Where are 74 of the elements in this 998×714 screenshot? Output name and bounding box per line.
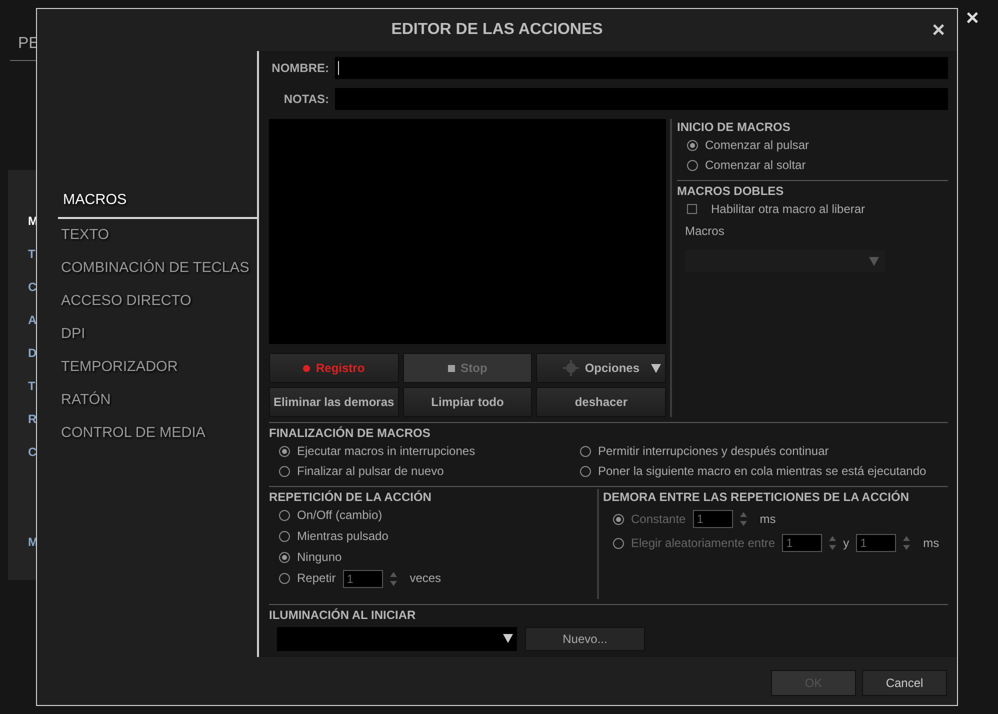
dialog-button[interactable]: Cancel: [862, 670, 947, 696]
list-item[interactable]: T: [28, 377, 38, 396]
option-label: Comenzar al soltar: [705, 157, 806, 174]
list-item[interactable]: T: [28, 245, 38, 264]
radio-button[interactable]: [279, 573, 290, 584]
section-title: FINALIZACIÓN DE MACROS: [269, 425, 432, 441]
field-label: NOTAS:: [282, 91, 330, 108]
sidebar-item[interactable]: TEMPORIZADOR: [37, 351, 257, 384]
list-item[interactable]: C: [28, 443, 38, 462]
sidebar-item[interactable]: CONTROL DE MEDIA: [37, 417, 257, 450]
input-field[interactable]: [335, 57, 948, 79]
close-button[interactable]: ×: [932, 19, 945, 41]
radio-button[interactable]: [580, 446, 591, 456]
editor-button[interactable]: Opciones: [536, 353, 666, 383]
caret-icon: [651, 363, 661, 373]
section-title: INICIO DE MACROS: [677, 119, 792, 135]
spinner-icon: [829, 536, 836, 550]
gear-icon: [562, 360, 579, 376]
section-title: DEMORA ENTRE LAS REPETICIONES DE LA ACCIÓN: [603, 489, 910, 505]
sidebar-item[interactable]: ACCESO DIRECTO: [37, 285, 257, 318]
section-title: ILUMINACIÓN AL INICIAR: [269, 607, 417, 623]
caret-icon: [503, 633, 513, 643]
editor-button[interactable]: Eliminar las demoras: [269, 387, 399, 417]
list-item[interactable]: D: [28, 344, 38, 363]
radio-button[interactable]: [279, 552, 290, 563]
option-label: Comenzar al pulsar: [705, 137, 810, 154]
editor-button[interactable]: Registro: [269, 353, 399, 383]
record-icon: [302, 364, 310, 372]
option-label: Ninguno: [297, 549, 342, 566]
spinner-icon: [903, 536, 910, 550]
field-label: NOMBRE:: [270, 60, 330, 77]
option-label: Finalizar al pulsar de nuevo: [297, 463, 444, 480]
radio-button[interactable]: [687, 160, 698, 170]
spinner-icon: [390, 572, 397, 586]
radio-button[interactable]: [279, 510, 290, 521]
input-field[interactable]: [335, 88, 948, 110]
conjunction-label: y: [843, 535, 850, 552]
sidebar-item[interactable]: DPI: [37, 318, 257, 351]
section-title: REPETICIÓN DE LA ACCIÓN: [269, 489, 432, 505]
radio-button[interactable]: [580, 466, 591, 476]
sidebar-item[interactable]: COMBINACIÓN DE TECLAS: [37, 252, 257, 285]
list-item[interactable]: A: [28, 311, 38, 330]
option-label: Ejecutar macros in interrupciones: [297, 443, 476, 460]
spinner-icon: [740, 512, 747, 526]
new-button[interactable]: Nuevo...: [525, 627, 645, 651]
stop-icon: [448, 364, 455, 372]
option-label: Repetir: [297, 570, 336, 587]
unit-label: ms: [760, 511, 776, 528]
caret-icon: [869, 256, 879, 266]
radio-button[interactable]: [687, 140, 698, 150]
option-label: Permitir interrupciones y después continuar: [598, 443, 829, 460]
checkbox-label: Habilitar otra macro al liberar: [711, 201, 866, 218]
section-title: MACROS DOBLES: [677, 183, 785, 199]
list-item[interactable]: R: [28, 410, 38, 429]
radio-button[interactable]: [279, 531, 290, 542]
radio-button[interactable]: [279, 466, 290, 476]
option-label: Constante: [631, 511, 686, 528]
sidebar-item[interactable]: TEXTO: [37, 219, 257, 252]
option-label: Poner la siguiente macro en cola mientras se está ejecutando: [598, 463, 926, 480]
editor-button[interactable]: Limpiar todo: [402, 387, 532, 417]
option-label: Mientras pulsado: [297, 528, 388, 545]
close-button[interactable]: ×: [966, 6, 979, 30]
option-label: Elegir aleatoriamente entre: [631, 535, 776, 552]
number-field[interactable]: 1: [342, 570, 383, 588]
list-item[interactable]: C: [28, 278, 38, 297]
checkbox[interactable]: [687, 204, 697, 214]
dropdown-label: Macros: [684, 223, 726, 240]
option-label: On/Off (cambio): [297, 507, 382, 524]
dialog-title: EDITOR DE LAS ACCIONES: [391, 20, 603, 40]
unit-label: veces: [410, 570, 442, 587]
unit-label: ms: [923, 535, 940, 552]
editor-button[interactable]: deshacer: [536, 387, 666, 417]
sidebar-item[interactable]: RATÓN: [37, 384, 257, 417]
radio-button[interactable]: [279, 446, 290, 456]
